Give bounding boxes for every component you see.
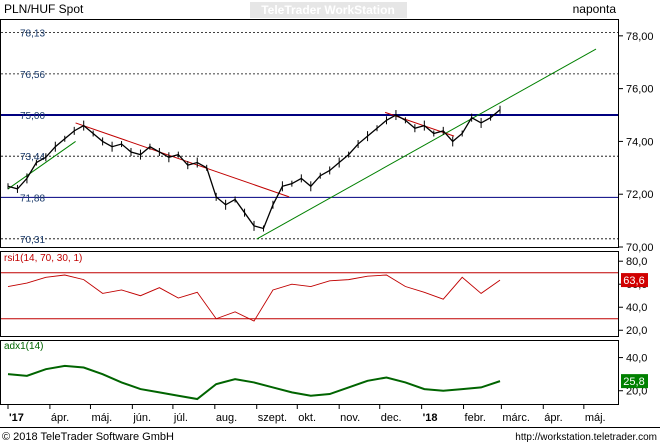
x-tick-label: júl. (173, 412, 188, 424)
x-tick-label: nov. (340, 412, 360, 424)
adx-tick-label: 40,0 (626, 353, 647, 365)
price-tick-label: 76,00 (626, 84, 654, 96)
x-tick-label: dec. (381, 412, 402, 424)
price-tick-label: 70,00 (626, 242, 654, 254)
adx-last-value: 25,8 (623, 376, 644, 388)
x-tick-label: febr. (465, 412, 486, 424)
x-tick-label: ápr. (51, 412, 69, 424)
reference-label: 76,56 (20, 70, 45, 81)
rsi-title: rsi1(14, 70, 30, 1) (4, 253, 82, 264)
watermark: TeleTrader WorkStation (261, 3, 395, 17)
price-tick-label: 72,00 (626, 189, 654, 201)
reference-label: 75,00 (20, 111, 45, 122)
x-tick-label: '18 (423, 412, 438, 424)
x-tick-label: ápr. (544, 412, 562, 424)
chart-canvas: PLN/HUF Spot TeleTrader WorkStation napo… (0, 0, 660, 445)
x-tick-label: jún. (132, 412, 151, 424)
symbol-title: PLN/HUF Spot (4, 2, 84, 16)
reference-label: 71,88 (20, 193, 45, 204)
reference-label: 70,31 (20, 235, 45, 246)
price-tick-label: 74,00 (626, 136, 654, 148)
x-tick-label: máj. (91, 412, 112, 424)
x-tick-label: aug. (216, 412, 237, 424)
copyright: © 2018 TeleTrader Software GmbH (2, 431, 174, 443)
interval-label: naponta (573, 2, 617, 16)
x-tick-label: okt. (298, 412, 316, 424)
chart-background (0, 0, 660, 445)
x-tick-label: '17 (9, 412, 24, 424)
price-tick-label: 78,00 (626, 31, 654, 43)
adx-title: adx1(14) (4, 341, 43, 352)
rsi-tick-label: 40,0 (626, 302, 647, 314)
rsi-tick-label: 20,0 (626, 325, 647, 337)
x-tick-label: márc. (502, 412, 529, 424)
rsi-tick-label: 80,0 (626, 256, 647, 268)
x-tick-label: szept. (258, 412, 287, 424)
source-link[interactable]: http://workstation.teletrader.com (515, 432, 657, 443)
rsi-last-value: 63,6 (623, 275, 644, 287)
reference-label: 78,13 (20, 28, 45, 39)
x-tick-label: máj. (585, 412, 606, 424)
reference-label: 73,44 (20, 152, 45, 163)
